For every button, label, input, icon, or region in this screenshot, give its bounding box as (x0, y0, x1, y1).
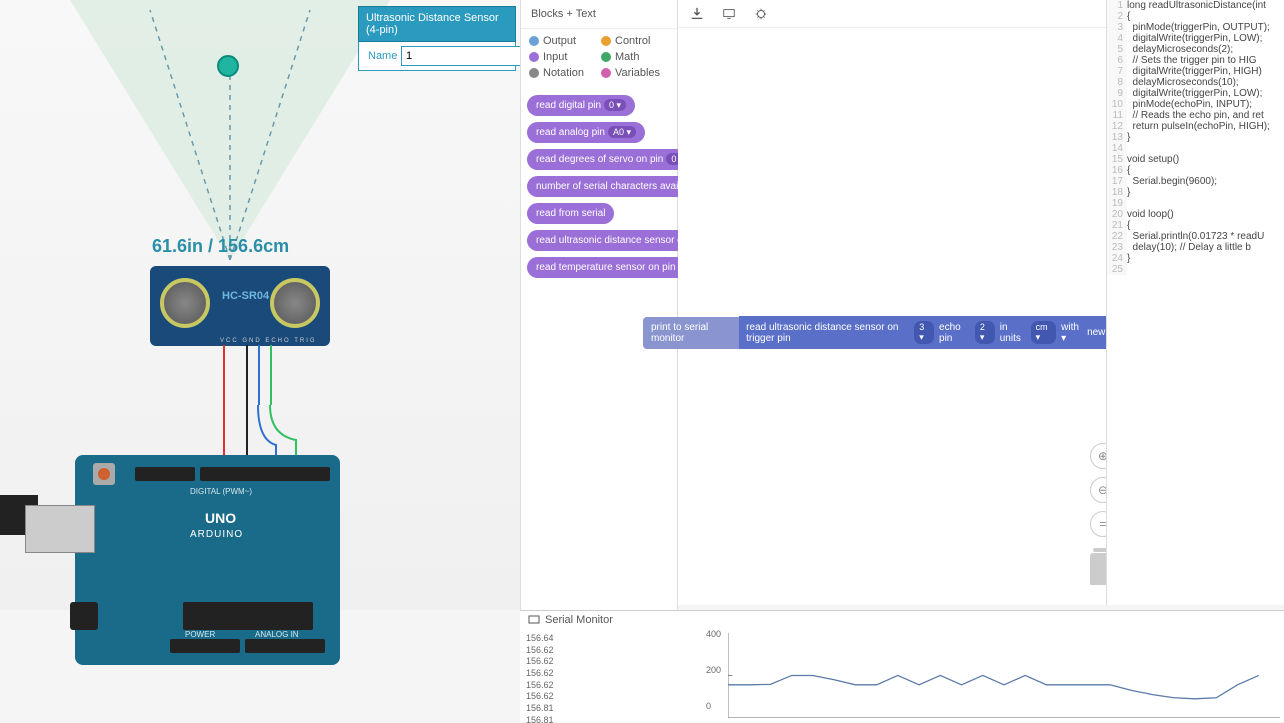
power-silk: POWER (185, 630, 215, 639)
echo-pin-dropdown[interactable]: 2 ▾ (975, 321, 995, 344)
analog-header[interactable] (245, 639, 325, 653)
serial-icon (528, 614, 540, 626)
block-list: read digital pin0 ▾ read analog pinA0 ▾ re… (521, 89, 677, 290)
arduino-uno-component[interactable]: DIGITAL (PWM~) UNO ARDUINO POWER ANALOG … (75, 455, 340, 665)
serial-monitor-panel: Serial Monitor 156.64156.62156.62156.621… (520, 610, 1284, 722)
wire-echo[interactable] (258, 345, 260, 405)
code-line: 17 Serial.begin(9600); (1107, 176, 1284, 187)
code-line: 14 (1107, 143, 1284, 154)
sensor-transducer-left (160, 278, 210, 328)
code-line: 3 pinMode(triggerPin, OUTPUT); (1107, 22, 1284, 33)
power-jack (70, 602, 98, 630)
code-line: 19 (1107, 198, 1284, 209)
category-input[interactable]: Input (529, 51, 597, 63)
serial-plot: 400 200 0 (678, 629, 1284, 722)
print-serial-block[interactable]: print to serial monitor read ultrasonic … (643, 316, 1128, 349)
palette-block[interactable]: read digital pin0 ▾ (527, 95, 635, 116)
code-line: 25 (1107, 264, 1284, 275)
code-panel[interactable]: 1long readUltrasonicDistance(int2{3 pinM… (1106, 0, 1284, 605)
ultrasonic-sensor-component[interactable]: HC-SR04 VCC GND ECHO TRIG (150, 266, 330, 346)
code-line: 6 // Sets the trigger pin to HIG (1107, 55, 1284, 66)
properties-title: Ultrasonic Distance Sensor (4-pin) (358, 6, 516, 42)
code-line: 16{ (1107, 165, 1284, 176)
sensor-model-label: HC-SR04 (222, 290, 269, 302)
serial-header[interactable]: Serial Monitor (528, 614, 613, 626)
sensor-transducer-right (270, 278, 320, 328)
block-body[interactable]: read ultrasonic distance sensor on trigg… (739, 316, 1128, 349)
code-line: 8 delayMicroseconds(10); (1107, 77, 1284, 88)
debug-icon[interactable] (754, 7, 768, 21)
atmega-chip (183, 602, 313, 630)
dot-icon (529, 52, 539, 62)
name-label: Name (363, 50, 401, 62)
power-header[interactable] (170, 639, 240, 653)
analog-silk: ANALOG IN (255, 630, 299, 639)
sensor-pin-labels: VCC GND ECHO TRIG (220, 338, 317, 344)
digital-header-2[interactable] (200, 467, 330, 481)
category-math[interactable]: Math (601, 51, 669, 63)
block-palette: Blocks + Text Output Control Input Math … (520, 0, 678, 610)
palette-block[interactable]: read from serial (527, 203, 614, 224)
serial-log[interactable]: 156.64156.62156.62156.62156.62156.62156.… (520, 631, 678, 723)
dot-icon (601, 36, 611, 46)
uno-logo: UNO (205, 510, 236, 526)
code-line: 2{ (1107, 11, 1284, 22)
code-line: 9 digitalWrite(triggerPin, LOW); (1107, 88, 1284, 99)
code-line: 13} (1107, 132, 1284, 143)
distance-readout: 61.6in / 156.6cm (152, 236, 289, 257)
code-line: 23 delay(10); // Delay a little b (1107, 242, 1284, 253)
palette-block[interactable]: read analog pinA0 ▾ (527, 122, 645, 143)
code-line: 1long readUltrasonicDistance(int (1107, 0, 1284, 11)
editor-mode-tab[interactable]: Blocks + Text (521, 0, 677, 29)
category-variables[interactable]: Variables (601, 67, 669, 79)
name-property-row: Name (358, 42, 516, 71)
code-line: 22 Serial.println(0.01723 * readU (1107, 231, 1284, 242)
dot-icon (601, 68, 611, 78)
dot-icon (601, 52, 611, 62)
workspace-toolbar (678, 0, 1128, 28)
code-line: 24} (1107, 253, 1284, 264)
digital-header-1[interactable] (135, 467, 195, 481)
category-notation[interactable]: Notation (529, 67, 597, 79)
download-icon[interactable] (690, 7, 704, 21)
palette-block[interactable]: read degrees of servo on pin0 ▾ (527, 149, 697, 170)
simulation-canvas[interactable]: 61.6in / 156.6cm HC-SR04 VCC GND ECHO TR… (0, 0, 520, 610)
block-head[interactable]: print to serial monitor (643, 317, 739, 349)
code-line: 10 pinMode(echoPin, INPUT); (1107, 99, 1284, 110)
code-line: 4 digitalWrite(triggerPin, LOW); (1107, 33, 1284, 44)
axis-mid: 200 (706, 665, 721, 675)
usb-port (25, 505, 95, 553)
plot-line (728, 633, 1280, 718)
trigger-pin-dropdown[interactable]: 3 ▾ (914, 321, 934, 344)
monitor-icon[interactable] (722, 7, 736, 21)
blocks-workspace[interactable]: print to serial monitor read ultrasonic … (678, 0, 1128, 605)
target-object[interactable] (217, 55, 239, 77)
wire-trig[interactable] (270, 345, 272, 405)
dot-icon (529, 36, 539, 46)
code-line: 21{ (1107, 220, 1284, 231)
code-line: 18} (1107, 187, 1284, 198)
code-line: 7 digitalWrite(triggerPin, HIGH) (1107, 66, 1284, 77)
dot-icon (529, 68, 539, 78)
units-dropdown[interactable]: cm ▾ (1031, 321, 1057, 344)
arduino-brand: ARDUINO (190, 529, 243, 540)
code-line: 20void loop() (1107, 209, 1284, 220)
axis-max: 400 (706, 629, 721, 639)
category-control[interactable]: Control (601, 35, 669, 47)
axis-min: 0 (706, 701, 711, 711)
code-line: 5 delayMicroseconds(2); (1107, 44, 1284, 55)
category-output[interactable]: Output (529, 35, 597, 47)
code-line: 12 return pulseIn(echoPin, HIGH); (1107, 121, 1284, 132)
code-line: 15void setup() (1107, 154, 1284, 165)
digital-silk: DIGITAL (PWM~) (190, 487, 252, 496)
code-line: 11 // Reads the echo pin, and ret (1107, 110, 1284, 121)
reset-button[interactable] (93, 463, 115, 485)
block-categories: Output Control Input Math Notation Varia… (521, 29, 677, 89)
component-properties-panel: Ultrasonic Distance Sensor (4-pin) Name (358, 6, 516, 71)
